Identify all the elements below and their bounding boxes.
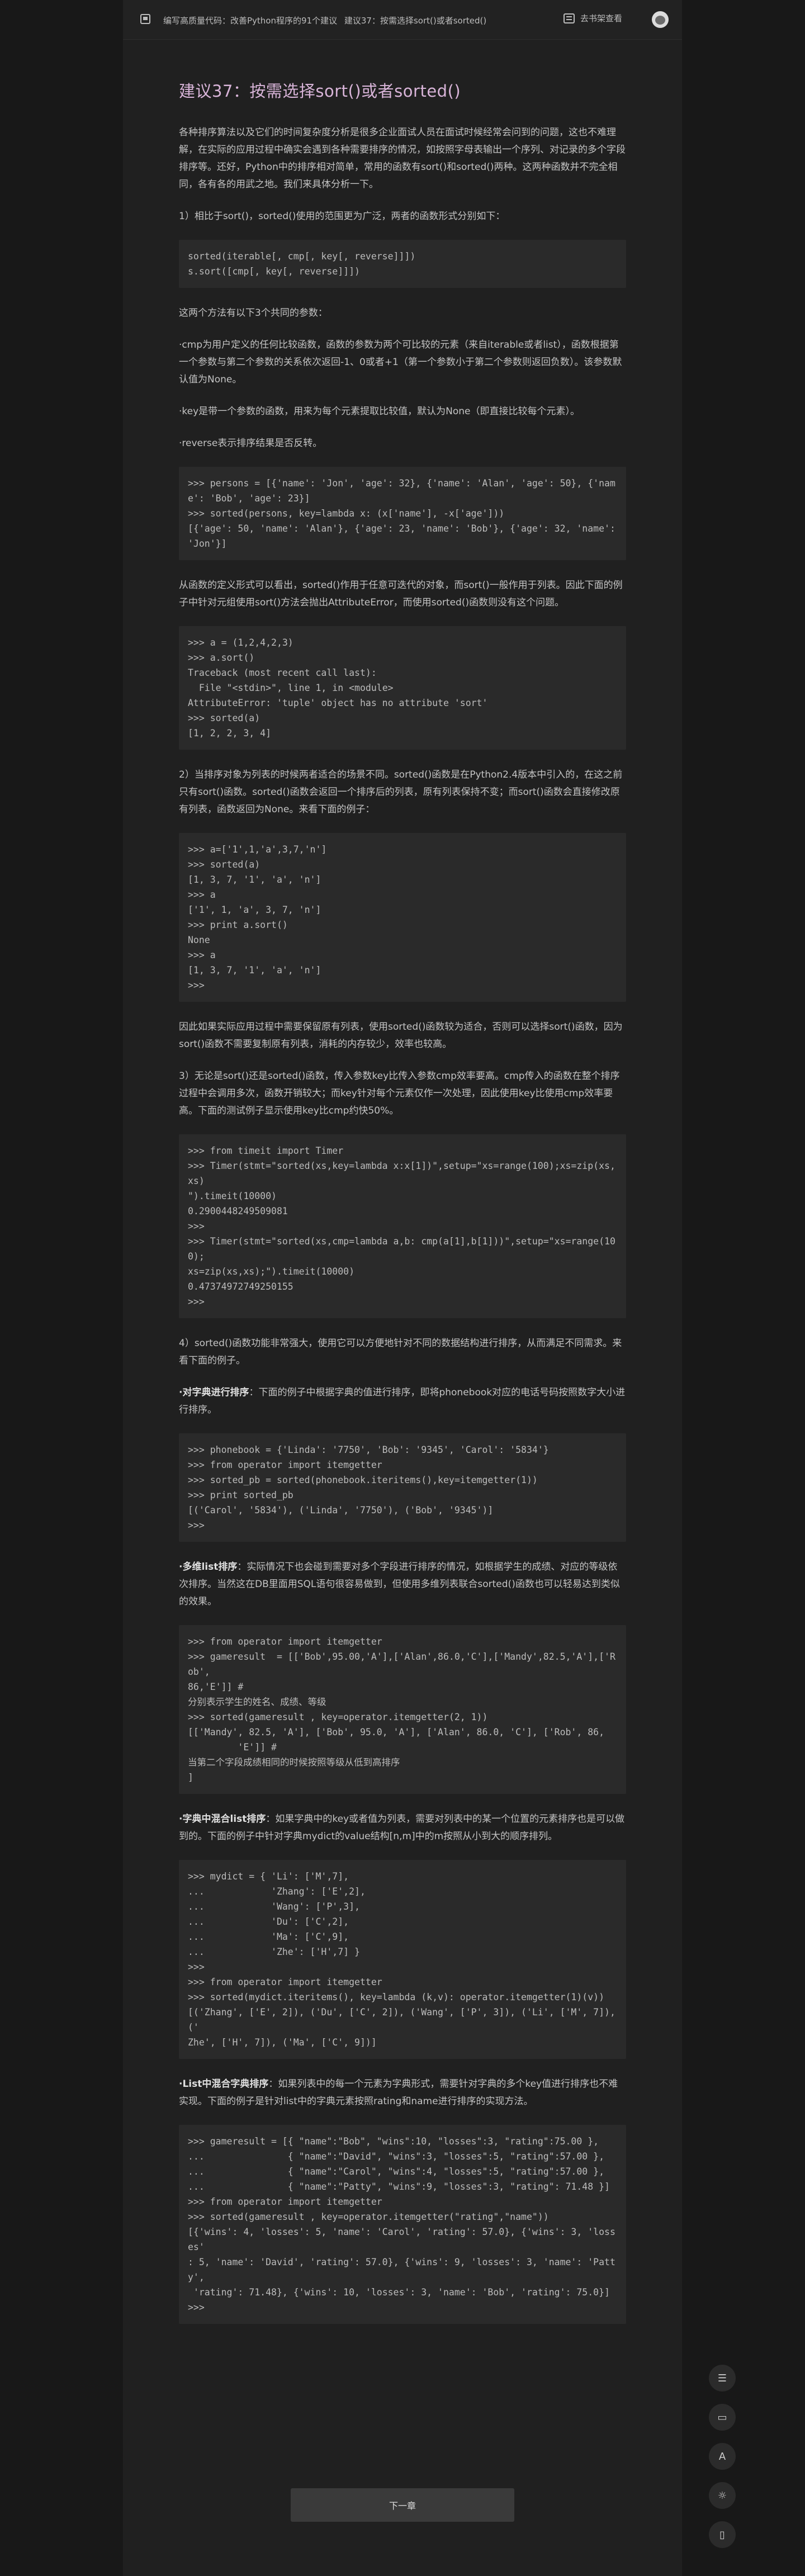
paragraph: ·key是带一个参数的函数，用来为每个元素提取比较值，默认为None（即直接比较… <box>179 406 580 417</box>
breadcrumb: 编写高质量代码：改善Python程序的91个建议 建议37：按需选择sort()… <box>163 15 491 26</box>
avatar[interactable] <box>652 11 669 28</box>
code-block: >>> a=['1',1,'a',3,7,'n'] >>> sorted(a) … <box>179 833 626 1002</box>
paragraph: 4）sorted()函数功能非常强大，使用它可以方便地针对不同的数据结构进行排序… <box>179 1338 622 1366</box>
book-icon[interactable] <box>140 13 151 25</box>
book-title[interactable]: 编写高质量代码：改善Python程序的91个建议 <box>163 16 337 26</box>
code-block: >>> from timeit import Timer >>> Timer(s… <box>179 1134 626 1318</box>
code-block: >>> persons = [{'name': 'Jon', 'age': 32… <box>179 467 626 560</box>
chapter-title: 建议37：按需选择sort()或者sorted() <box>344 16 487 26</box>
code-block: >>> mydict = { 'Li': ['M',7], ... 'Zhang… <box>179 1860 626 2059</box>
code-block: >>> from operator import itemgetter >>> … <box>179 1625 626 1794</box>
side-toolbar: ☰ ▭ A ☼ ▯ <box>709 2365 736 2560</box>
paragraph: 从函数的定义形式可以看出，sorted()作用于任意可迭代的对象，而sort()… <box>179 580 623 608</box>
paragraph-text: ：实际情况下也会碰到需要对多个字段进行排序的情况，如根据学生的成绩、对应的等级依… <box>179 1561 620 1607</box>
shelf-link[interactable]: 去书架查看 <box>564 12 622 24</box>
theme-icon[interactable]: ☼ <box>709 2482 736 2509</box>
paragraph: ·对字典进行排序：下面的例子中根据字典的值进行排序，即将phonebook对应的… <box>179 1384 626 1419</box>
paragraph: ·字典中混合list排序：如果字典中的key或者值为列表，需要对列表中的某一个位… <box>179 1811 626 1845</box>
next-chapter-button[interactable]: 下一章 <box>291 2488 514 2522</box>
next-wrap: 下一章 <box>291 2488 514 2522</box>
toc-icon[interactable]: ☰ <box>709 2365 736 2392</box>
code-block: >>> a = (1,2,4,2,3) >>> a.sort() Traceba… <box>179 626 626 750</box>
shelf-label: 去书架查看 <box>580 13 623 23</box>
paragraph: 各种排序算法以及它们的时间复杂度分析是很多企业面试人员在面试时候经常会问到的问题… <box>179 127 626 190</box>
phone-icon[interactable]: ▯ <box>709 2521 736 2548</box>
paragraph-heading: ·List中混合字典排序 <box>179 2078 269 2090</box>
paragraph: 2）当排序对象为列表的时候两者适合的场景不同。sorted()函数是在Pytho… <box>179 769 623 815</box>
code-block: sorted(iterable[, cmp[, key[, reverse]]]… <box>179 240 626 288</box>
article: 建议37：按需选择sort()或者sorted() 各种排序算法以及它们的时间复… <box>179 78 626 2341</box>
top-bar: 编写高质量代码：改善Python程序的91个建议 建议37：按需选择sort()… <box>123 0 682 40</box>
paragraph: 3）无论是sort()还是sorted()函数，传入参数key比传入参数cmp效… <box>179 1071 620 1116</box>
paragraph-heading: ·对字典进行排序 <box>179 1387 249 1398</box>
code-block: >>> phonebook = {'Linda': '7750', 'Bob':… <box>179 1433 626 1542</box>
paragraph: ·多维list排序：实际情况下也会碰到需要对多个字段进行排序的情况，如根据学生的… <box>179 1559 626 1611</box>
comment-icon[interactable]: ▭ <box>709 2404 736 2431</box>
shelf-icon <box>564 13 575 23</box>
paragraph-heading: ·多维list排序 <box>179 1561 238 1573</box>
paragraph: 1）相比于sort()，sorted()使用的范围更为广泛，两者的函数形式分别如… <box>179 211 505 222</box>
paragraph: 这两个方法有以下3个共同的参数： <box>179 307 328 319</box>
paragraph: 因此如果实际应用过程中需要保留原有列表，使用sorted()函数较为适合，否则可… <box>179 1021 623 1050</box>
paragraph-heading: ·字典中混合list排序 <box>179 1813 266 1825</box>
page-title: 建议37：按需选择sort()或者sorted() <box>179 82 461 101</box>
paragraph: ·reverse表示排序结果是否反转。 <box>179 438 323 449</box>
paragraph: ·cmp为用户定义的任何比较函数，函数的参数为两个可比较的元素（来自iterab… <box>179 339 622 385</box>
article-body: 各种排序算法以及它们的时间复杂度分析是很多企业面试人员在面试时候经常会问到的问题… <box>179 124 626 2324</box>
font-icon[interactable]: A <box>709 2443 736 2470</box>
paragraph: ·List中混合字典排序：如果列表中的每一个元素为字典形式，需要针对字典的多个k… <box>179 2076 626 2110</box>
code-block: >>> gameresult = [{ "name":"Bob", "wins"… <box>179 2125 626 2324</box>
